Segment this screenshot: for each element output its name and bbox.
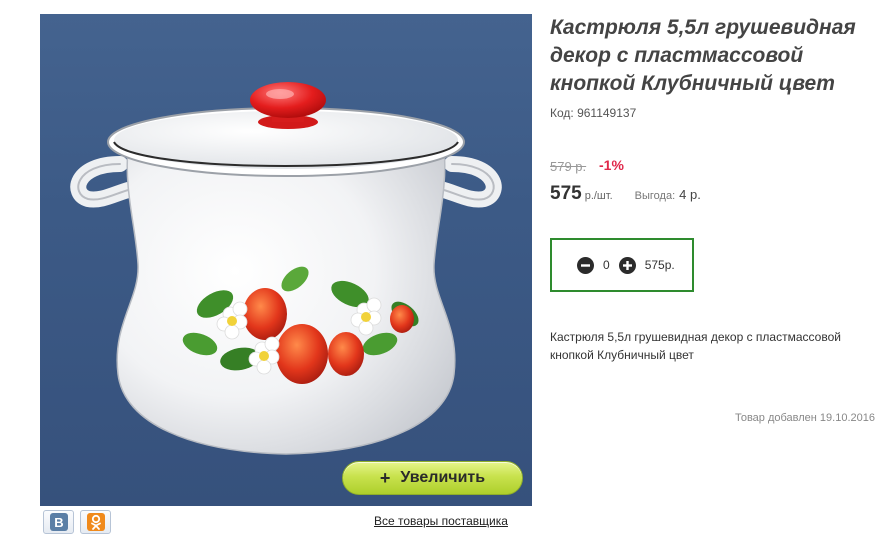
plus-icon: + [379,467,391,488]
svg-text:В: В [54,515,63,530]
quantity-value[interactable]: 0 [603,258,610,272]
zoom-button[interactable]: + Увеличить [342,461,523,495]
vk-share-button[interactable]: В [43,510,74,534]
zoom-button-label: Увеличить [400,469,486,486]
vk-icon: В [49,513,68,531]
cart-quantity-box: 0 575р. [550,238,694,292]
added-date: Товар добавлен 19.10.2016 [734,412,875,424]
benefit-label: Выгода: [634,190,676,202]
pot-illustration [70,82,502,455]
ok-share-button[interactable] [80,510,111,534]
discount-badge: -1% [599,157,624,173]
old-price: 579 р. [550,159,587,174]
product-code: Код: 961149137 [550,106,637,120]
product-description: Кастрюля 5,5л грушевидная декор с пластм… [550,330,841,362]
product-photo[interactable] [40,14,532,506]
benefit-value: 4 р. [679,187,701,202]
decrease-quantity-button[interactable] [577,256,594,274]
product-title: Кастрюля 5,5л грушевидная декор с пластм… [550,16,856,95]
price-row: 575 р./шт. Выгода: 4 р. [550,183,701,205]
supplier-products-link[interactable]: Все товары поставщика [374,514,508,528]
odnoklassniki-icon [86,513,105,531]
social-share: В [43,510,111,534]
minus-icon [581,263,590,267]
price-unit: р./шт. [584,190,613,202]
cart-sum: 575р. [644,258,675,272]
current-price: 575 [550,183,582,204]
increase-quantity-button[interactable] [618,256,636,274]
plus-icon [622,260,632,270]
